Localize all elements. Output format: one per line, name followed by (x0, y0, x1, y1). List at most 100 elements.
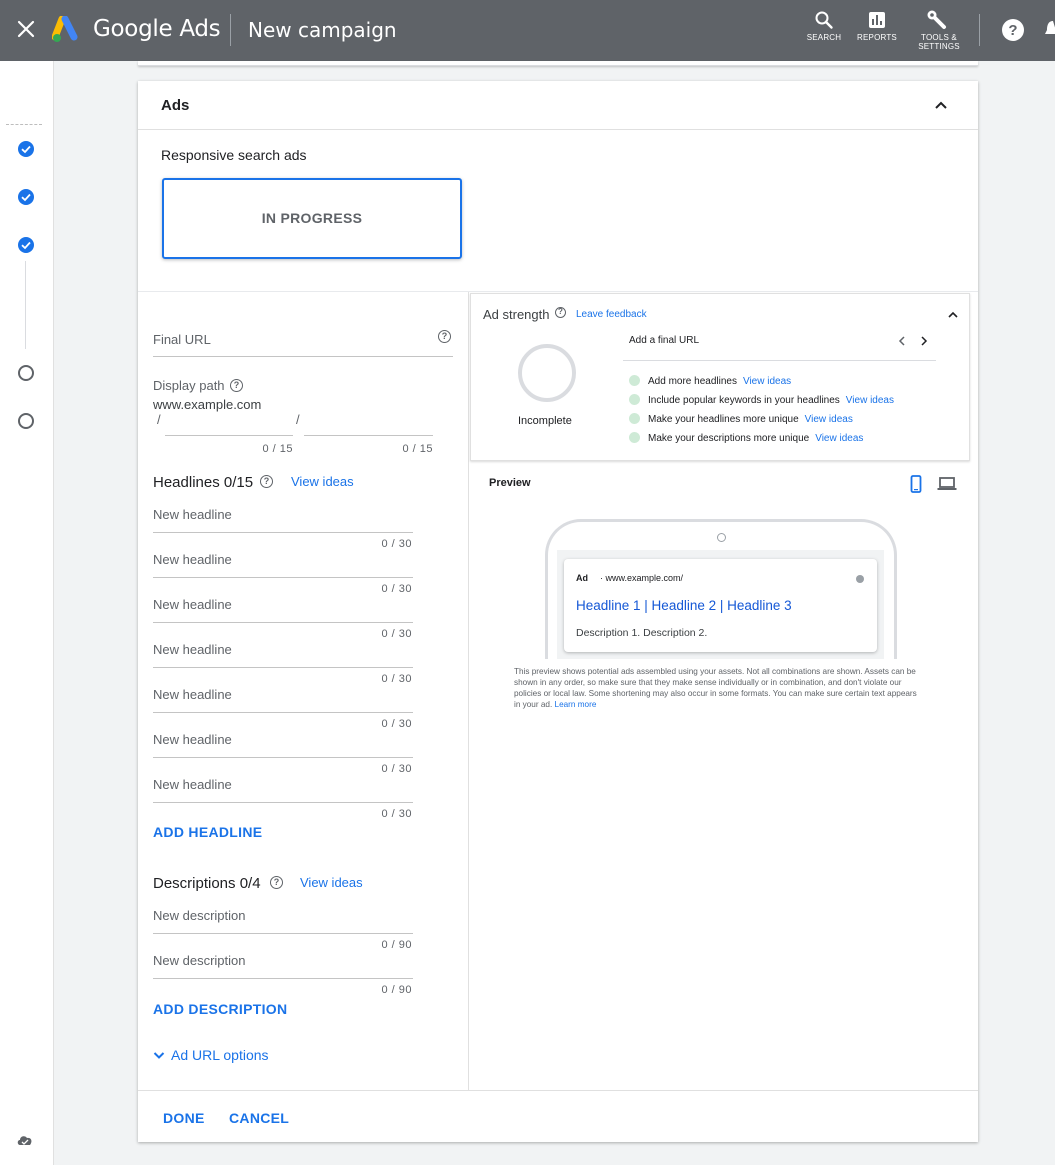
step-2-complete[interactable] (18, 189, 34, 205)
ad-in-progress-tile[interactable]: IN PROGRESS (162, 178, 462, 259)
ads-section-card: Ads Responsive search ads IN PROGRESS Fi… (138, 81, 978, 1142)
search-button[interactable]: SEARCH (803, 10, 845, 42)
ad-strength-panel: Ad strength ? Leave feedback Incomplete … (470, 293, 970, 461)
brand-name: Google Ads (93, 16, 221, 42)
description-counter: 0 / 90 (381, 939, 412, 951)
display-path-help-icon[interactable]: ? (230, 379, 243, 392)
ad-badge: Ad (576, 573, 588, 583)
headline-counter: 0 / 30 (381, 763, 412, 775)
headline-input[interactable]: New headline (153, 642, 232, 657)
headline-counter: 0 / 30 (381, 628, 412, 640)
headline-input[interactable]: New headline (153, 597, 232, 612)
cancel-button[interactable]: CANCEL (229, 1110, 289, 1126)
strength-tip: Make your descriptions more unique View i… (629, 432, 863, 444)
add-headline-button[interactable]: ADD HEADLINE (153, 824, 262, 840)
headline-underline (153, 757, 413, 758)
display-path-label: Display path (153, 378, 225, 393)
headlines-view-ideas-link[interactable]: View ideas (291, 474, 354, 489)
chevron-left-icon[interactable] (897, 335, 907, 347)
tip-status-dot (629, 413, 640, 424)
step-3-complete[interactable] (18, 237, 34, 253)
ad-strength-meter (518, 344, 576, 402)
google-ads-logo-icon (52, 16, 78, 42)
headline-counter: 0 / 30 (381, 718, 412, 730)
done-button[interactable]: DONE (163, 1110, 205, 1126)
chevron-right-icon[interactable] (919, 335, 929, 347)
chevron-down-icon[interactable] (152, 1048, 166, 1062)
top-app-bar: Google Ads New campaign SEARCH REPORTS T… (0, 0, 1055, 61)
tip-text: Include popular keywords in your headlin… (648, 395, 840, 406)
descriptions-view-ideas-link[interactable]: View ideas (300, 875, 363, 890)
section-title: Ads (161, 97, 190, 114)
tip-text: Make your descriptions more unique (648, 433, 810, 444)
strength-tip: Make your headlines more unique View idea… (629, 413, 853, 425)
headline-underline (153, 802, 413, 803)
description-input[interactable]: New description (153, 953, 246, 968)
headline-underline (153, 577, 413, 578)
path-2-field[interactable] (304, 435, 433, 436)
descriptions-help-icon[interactable]: ? (270, 876, 283, 889)
ad-description: Description 1. Description 2. (576, 627, 708, 639)
step-4-incomplete[interactable] (18, 365, 34, 381)
strength-tip: Add more headlines View ideas (629, 375, 791, 387)
chevron-up-icon[interactable] (947, 309, 959, 321)
headline-input[interactable]: New headline (153, 732, 232, 747)
cloud-saved-icon (17, 1136, 32, 1145)
display-path-domain: www.example.com (153, 397, 262, 412)
headline-input[interactable]: New headline (153, 552, 232, 567)
tip-view-ideas-link[interactable]: View ideas (743, 376, 791, 387)
final-url-field[interactable]: Final URL (153, 332, 211, 347)
close-icon[interactable] (14, 17, 38, 41)
headlines-title: Headlines 0/15 (153, 474, 254, 491)
headline-underline (153, 712, 413, 713)
headline-underline (153, 532, 413, 533)
headline-input[interactable]: New headline (153, 507, 232, 522)
ad-strength-help-icon[interactable]: ? (555, 307, 566, 318)
leave-feedback-link[interactable]: Leave feedback (576, 309, 647, 320)
description-input[interactable]: New description (153, 908, 246, 923)
headline-input[interactable]: New headline (153, 777, 232, 792)
final-url-help-icon[interactable]: ? (438, 330, 451, 343)
add-description-button[interactable]: ADD DESCRIPTION (153, 1001, 287, 1017)
reports-button[interactable]: REPORTS (855, 10, 899, 42)
mobile-preview-icon[interactable] (910, 475, 922, 493)
page-title: New campaign (248, 18, 397, 42)
path-separator-1: / (157, 412, 161, 427)
tip-view-ideas-link[interactable]: View ideas (805, 414, 853, 425)
tip-view-ideas-link[interactable]: View ideas (846, 395, 894, 406)
reports-icon (869, 12, 885, 28)
path-1-counter: 0 / 15 (262, 443, 293, 455)
tip-status-dot (629, 432, 640, 443)
path-1-field[interactable] (165, 435, 293, 436)
notifications-icon[interactable] (1045, 18, 1055, 40)
tools-label-2: SETTINGS (918, 42, 960, 51)
headlines-help-icon[interactable]: ? (260, 475, 273, 488)
ad-url-options-toggle[interactable]: Ad URL options (171, 1047, 269, 1063)
headline-counter: 0 / 30 (381, 583, 412, 595)
description-underline (153, 978, 413, 979)
ads-section-header[interactable]: Ads (138, 81, 978, 130)
desktop-preview-icon[interactable] (937, 477, 957, 491)
path-separator-2: / (296, 412, 300, 427)
learn-more-link[interactable]: Learn more (555, 700, 597, 709)
headline-input[interactable]: New headline (153, 687, 232, 702)
step-1-complete[interactable] (18, 141, 34, 157)
wrench-icon (927, 10, 946, 29)
tip-text: Make your headlines more unique (648, 414, 799, 425)
strength-tip: Include popular keywords in your headlin… (629, 394, 894, 406)
step-connector (25, 261, 26, 349)
help-icon[interactable]: ? (1001, 18, 1025, 42)
tip-status-dot (629, 375, 640, 386)
headline-counter: 0 / 30 (381, 538, 412, 550)
step-5-incomplete[interactable] (18, 413, 34, 429)
headline-underline (153, 667, 413, 668)
tip-view-ideas-link[interactable]: View ideas (815, 433, 863, 444)
phone-camera (717, 533, 726, 542)
tools-settings-button[interactable]: TOOLS & SETTINGS (913, 10, 965, 51)
preview-disclaimer: This preview shows potential ads assembl… (514, 666, 924, 710)
description-counter: 0 / 90 (381, 984, 412, 996)
chevron-up-icon[interactable] (933, 97, 949, 113)
current-tip: Add a final URL (629, 335, 700, 346)
check-icon (21, 145, 31, 154)
step-rail (0, 61, 54, 1165)
